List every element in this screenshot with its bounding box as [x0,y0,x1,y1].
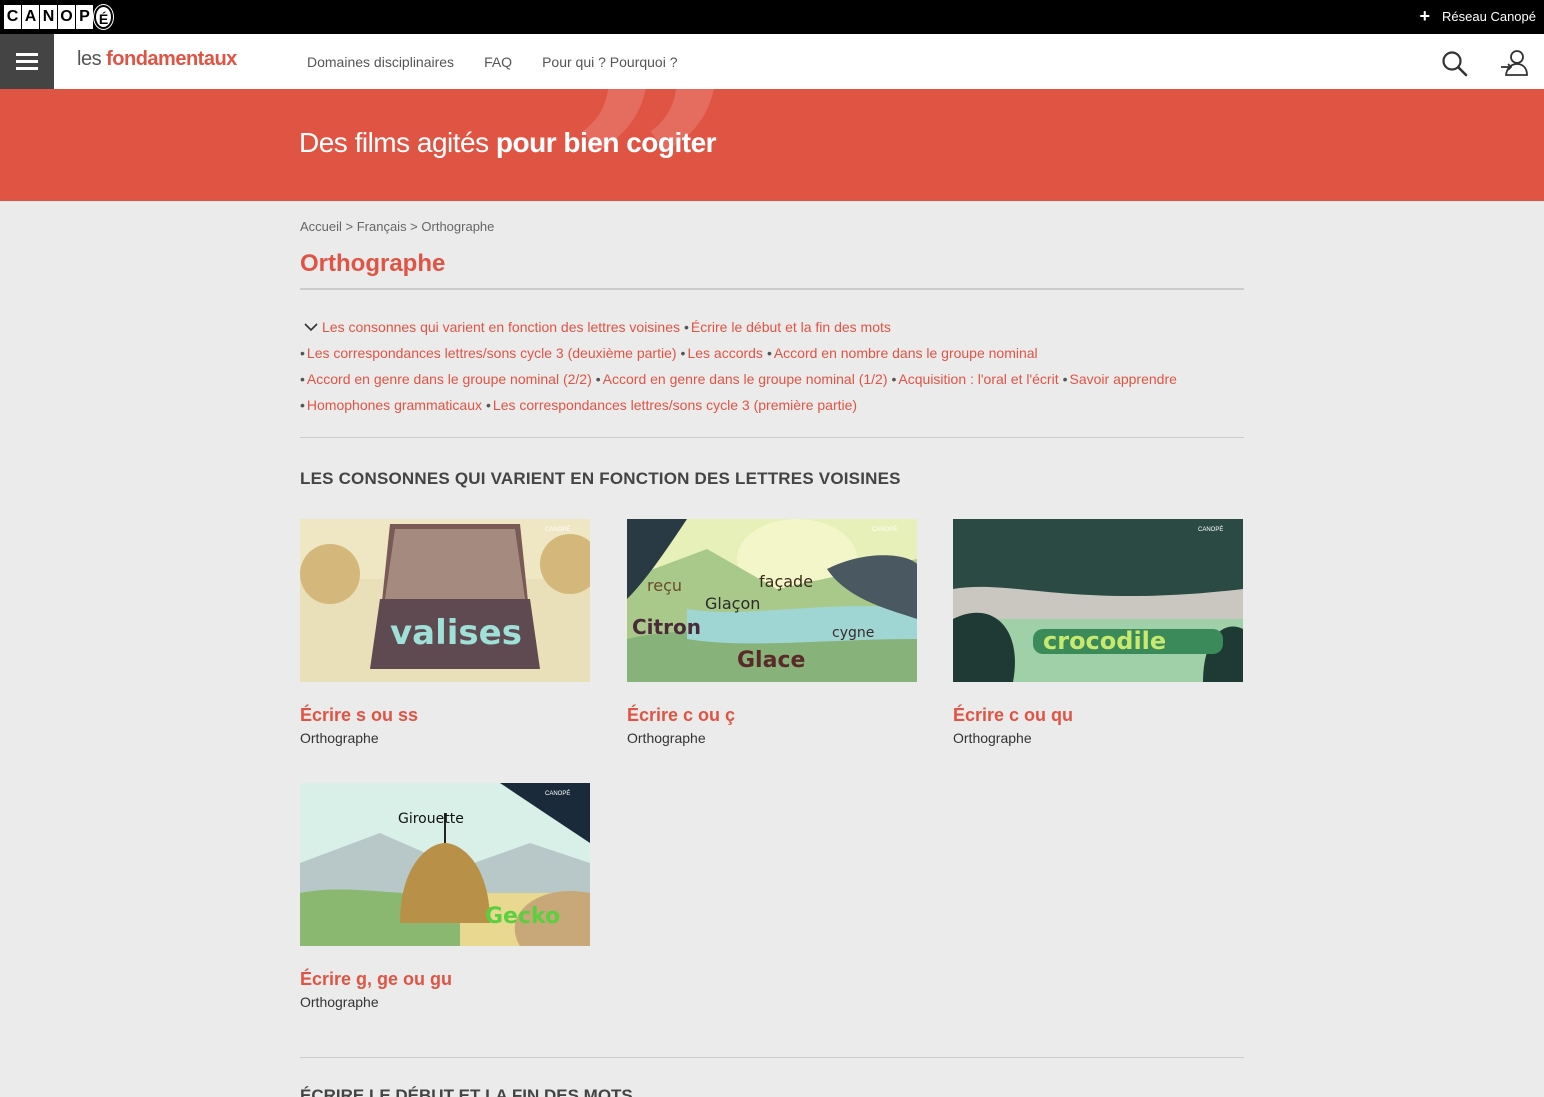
video-thumbnail[interactable]: crocodile CANOPÉ [953,519,1243,682]
card-title[interactable]: Écrire g, ge ou gu [300,969,590,990]
brand-fondamentaux: fondamentaux [106,48,237,70]
topic-link[interactable]: Écrire le début et la fin des mots [691,319,891,335]
video-thumbnail[interactable]: reçu façade Glaçon Citron cygne Glace CA… [627,519,917,682]
card-title[interactable]: Écrire c ou ç [627,705,917,726]
video-thumbnail[interactable]: valises CANOPÉ [300,519,600,682]
card-subtitle: Orthographe [953,730,1032,746]
plus-icon: + [1419,6,1431,26]
topic-link[interactable]: Homophones grammaticaux [307,397,482,413]
hero-text-bold: pour bien cogiter [495,127,717,158]
page-title: Orthographe [300,250,446,277]
nav-links: Domaines disciplinaires FAQ Pour qui ? P… [307,54,708,70]
topic-link[interactable]: Accord en genre dans le groupe nominal (… [603,371,888,387]
thumb-badge: CANOPÉ [872,526,897,533]
thumb-word: Citron [632,615,701,639]
topic-link[interactable]: Les accords [687,345,762,361]
reseau-label: Réseau Canopé [1442,8,1536,24]
thumb-word: reçu [647,576,682,595]
section-title: ÉCRIRE LE DÉBUT ET LA FIN DES MOTS [300,1086,633,1097]
thumb-word: Girouette [398,811,464,827]
thumb-word: Glace [737,648,805,673]
logo-letter: É [93,4,114,30]
video-thumbnail[interactable]: Girouette Gecko CANOPÉ [300,783,590,946]
divider [300,437,1244,438]
menu-icon[interactable] [0,34,54,89]
search-icon[interactable] [1441,50,1469,78]
main-nav: les fondamentaux Domaines disciplinaires… [0,34,1544,89]
topic-link[interactable]: Accord en genre dans le groupe nominal (… [307,371,592,387]
topic-link[interactable]: Les correspondances lettres/sons cycle 3… [493,397,857,413]
card-title[interactable]: Écrire s ou ss [300,705,590,726]
canope-logo[interactable]: C A N O P É [4,4,114,30]
video-card[interactable]: Girouette Gecko CANOPÉ Écrire g, ge ou g… [300,783,590,1010]
hero-tagline: Des films agités pour bien cogiter [299,127,717,159]
logo-letter: A [22,5,39,29]
card-subtitle: Orthographe [300,730,379,746]
divider [300,1057,1244,1058]
logo-letter: C [4,5,21,29]
topic-list: Les consonnes qui varient en fonction de… [300,319,1177,413]
reseau-canope-link[interactable]: + Réseau Canopé [1419,6,1536,26]
thumb-badge: CANOPÉ [545,526,570,533]
thumb-badge: CANOPÉ [1198,526,1223,533]
topic-link[interactable]: Les consonnes qui varient en fonction de… [322,319,680,335]
breadcrumb[interactable]: Accueil > Français > Orthographe [300,219,494,234]
divider [300,288,1244,290]
nav-link-pour-qui[interactable]: Pour qui ? Pourquoi ? [542,54,677,70]
hero-banner: ” Des films agités pour bien cogiter [0,89,1544,201]
nav-link-faq[interactable]: FAQ [484,54,512,70]
video-card[interactable]: reçu façade Glaçon Citron cygne Glace CA… [627,519,917,746]
card-title[interactable]: Écrire c ou qu [953,705,1243,726]
brand-les: les [77,48,107,70]
card-subtitle: Orthographe [300,994,379,1010]
thumb-badge: CANOPÉ [545,790,570,797]
thumb-word: façade [759,572,813,591]
thumb-word: Glaçon [705,594,760,613]
thumb-word: crocodile [1043,627,1166,655]
thumb-word: Gecko [485,904,560,929]
topic-link[interactable]: Savoir apprendre [1070,371,1177,387]
brand-logo[interactable]: les fondamentaux [77,48,237,71]
topic-link[interactable]: Les correspondances lettres/sons cycle 3… [307,345,677,361]
card-subtitle: Orthographe [627,730,706,746]
thumb-word: cygne [832,625,874,641]
topic-link[interactable]: Accord en nombre dans le groupe nominal [774,345,1038,361]
chevron-down-icon[interactable] [300,322,322,334]
logo-letter: O [58,5,75,29]
video-card[interactable]: crocodile CANOPÉ Écrire c ou qu Orthogra… [953,519,1243,746]
user-login-icon[interactable] [1499,48,1529,78]
logo-letter: P [76,5,93,29]
section-title: LES CONSONNES QUI VARIENT EN FONCTION DE… [300,469,901,488]
top-bar: C A N O P É + Réseau Canopé [0,0,1544,34]
logo-letter: N [40,5,57,29]
hero-text-light: Des films agités [299,127,496,158]
thumb-word: valises [390,613,522,653]
nav-link-domaines[interactable]: Domaines disciplinaires [307,54,454,70]
topic-link[interactable]: Acquisition : l'oral et l'écrit [898,371,1058,387]
video-card[interactable]: valises CANOPÉ Écrire s ou ss Orthograph… [300,519,600,746]
